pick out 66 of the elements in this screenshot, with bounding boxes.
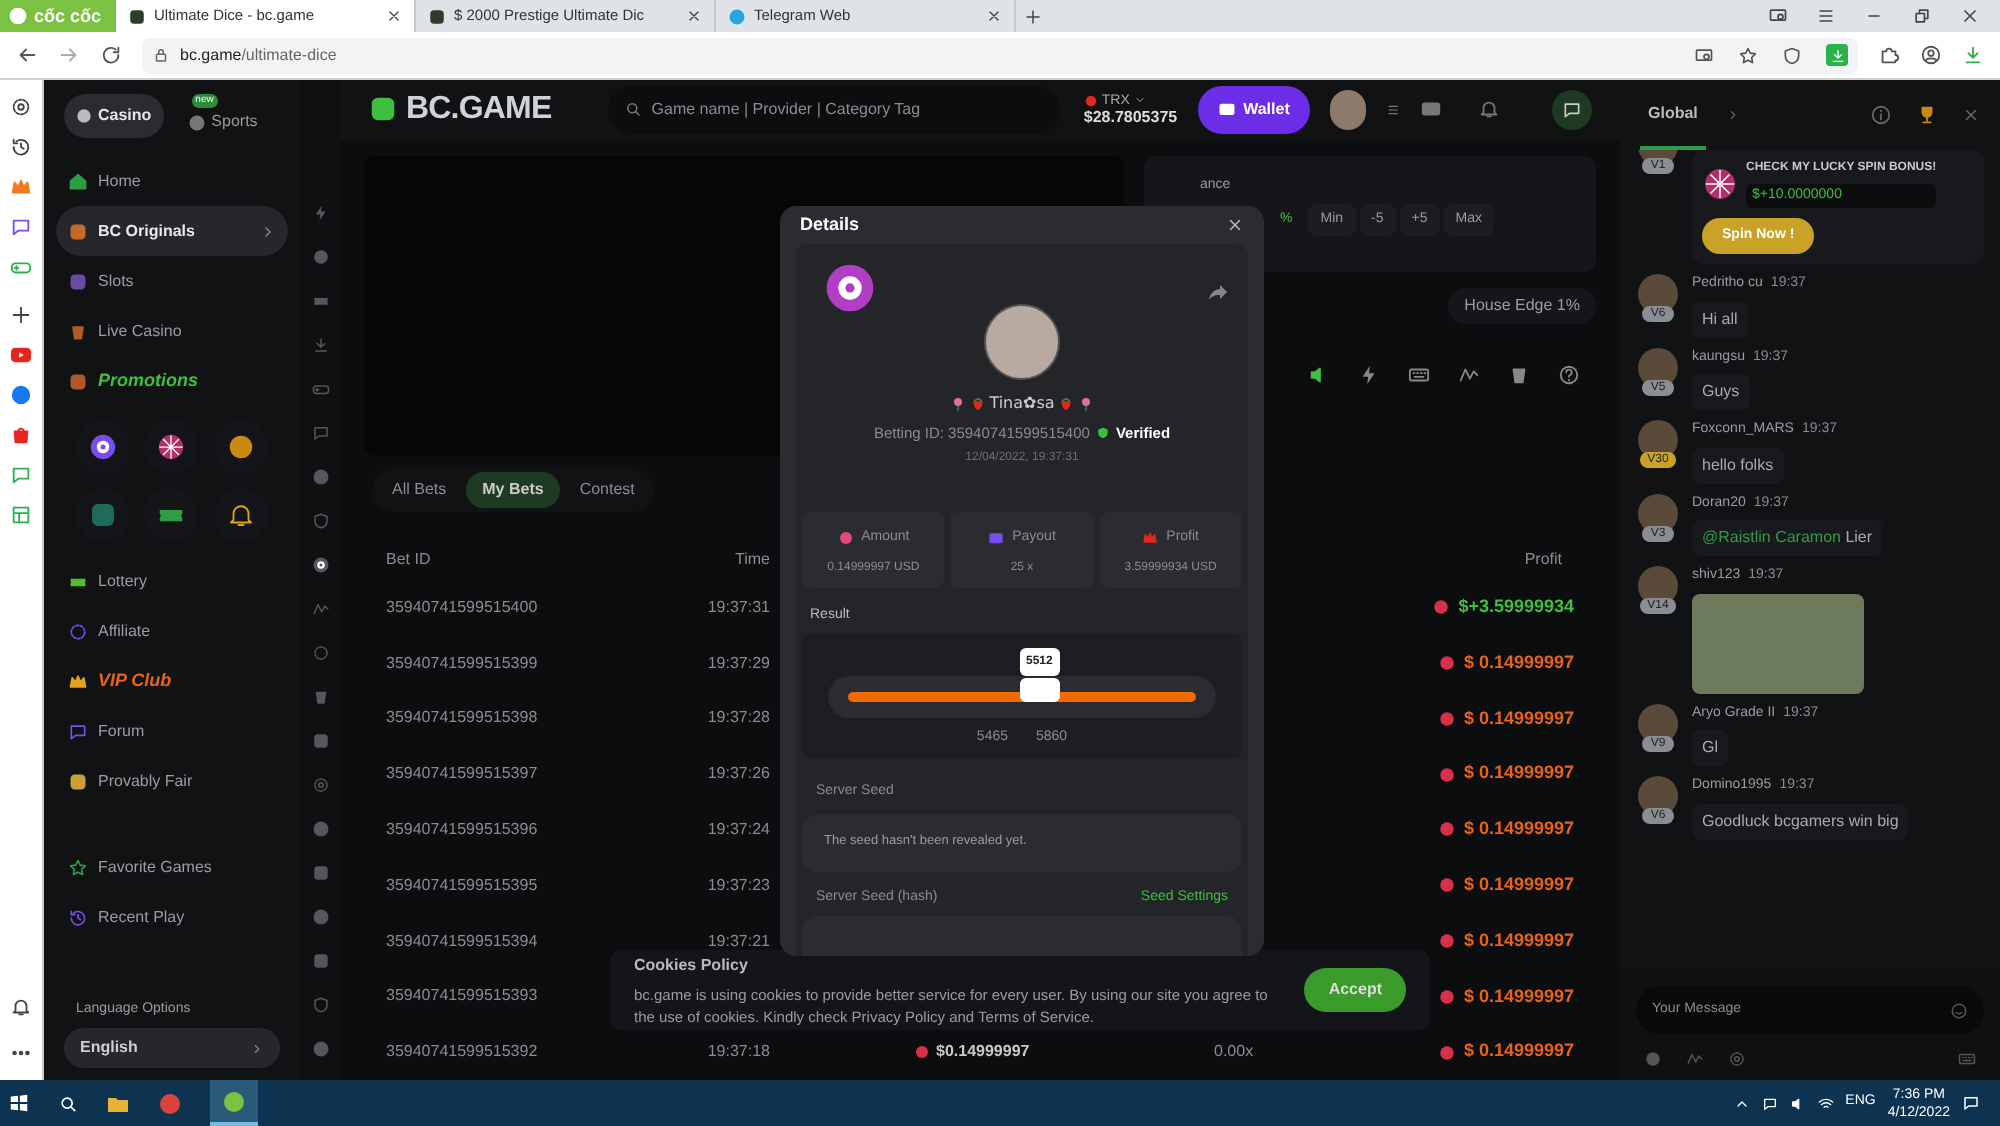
bet-id-cell: 35940741599515392 <box>386 1042 538 1061</box>
nav-item[interactable]: Affiliate <box>56 606 288 656</box>
nav-item[interactable]: Slots <box>56 256 288 306</box>
profit-cell-text: $+3.59999934 <box>1458 593 1574 620</box>
time-cell-text: 19:37:28 <box>705 706 770 731</box>
profit-cell-text: $ 0.14999997 <box>1463 649 1574 676</box>
bet-id-cell: 35940741599515400 <box>386 597 538 616</box>
time-cell-text: 19:37:23 <box>705 873 770 898</box>
bets-tab[interactable]: All Bets <box>376 471 463 508</box>
nav-item[interactable]: Home <box>56 156 288 206</box>
balance-amount: $28.7805375 <box>1083 109 1178 126</box>
column-header: Bet ID <box>386 547 433 572</box>
bet-id-cell: 35940741599515394 <box>386 931 538 949</box>
payout-cell-text: 0.00x <box>1214 1040 1256 1065</box>
message-text: Gl <box>1692 730 1728 766</box>
column-header: Time <box>733 547 770 572</box>
profit-cell-text: $ 0.14999997 <box>1463 983 1574 1010</box>
message-text: Hi all <box>1692 301 1748 337</box>
bet-id-cell: 35940741599515395 <box>386 875 538 894</box>
time-cell-text: 19:37:29 <box>705 651 770 676</box>
nav-item[interactable]: Provably Fair <box>56 756 288 806</box>
profit-cell-text: $ 0.14999997 <box>1463 816 1574 843</box>
browser-brand: cốc cốc <box>0 0 116 32</box>
search-field[interactable]: Game name | Provider | Category Tag <box>607 85 1060 134</box>
sports-tab[interactable]: Sports <box>179 108 266 136</box>
username: Tina✿sa <box>989 392 1055 417</box>
nav-item[interactable]: BC Originals <box>56 206 288 256</box>
nav-item[interactable]: VIP Club <box>56 656 288 706</box>
bet-id-cell: 35940741599515393 <box>386 986 538 1005</box>
site-logo[interactable]: BC.GAME <box>368 85 552 134</box>
bet-id-cell: 35940741599515397 <box>386 764 538 783</box>
dialog-title: Details <box>800 211 860 238</box>
cookie-title: Cookies Policy <box>634 953 750 977</box>
wallet-button[interactable]: Wallet <box>1197 85 1310 134</box>
bet-id-cell: 35940741599515396 <box>386 819 538 838</box>
message-text: Guys <box>1692 374 1750 410</box>
amount-cell: $0.14999997 <box>936 1040 1030 1065</box>
url-text: bc.game/ultimate-dice <box>180 47 337 63</box>
nav-item[interactable]: Forum <box>56 706 288 756</box>
nav-item[interactable]: Promotions <box>56 356 288 406</box>
time-cell-text: 19:37:21 <box>705 929 770 953</box>
message-text: Goodluck bcgamers win big <box>1692 803 1909 839</box>
profit-cell-text: $ 0.14999997 <box>1463 927 1574 954</box>
nav-item[interactable]: Live Casino <box>56 306 288 356</box>
column-header: Profit <box>1524 547 1564 572</box>
language-select[interactable]: English <box>64 1028 280 1068</box>
nav-item[interactable]: Favorite Games <box>56 842 288 892</box>
time-cell-text: 19:37:31 <box>705 595 770 620</box>
casino-tab[interactable]: Casino <box>64 93 164 137</box>
profit-cell-text: $ 0.14999997 <box>1463 705 1574 732</box>
bets-tab[interactable]: My Bets <box>466 471 560 508</box>
time-cell-text: 19:37:18 <box>705 1040 770 1065</box>
profit-cell-text: $ 0.14999997 <box>1463 1038 1574 1065</box>
bets-tab[interactable]: Contest <box>563 471 651 508</box>
profit-cell-text: $ 0.14999997 <box>1463 871 1574 898</box>
nav-item[interactable]: Lottery <box>56 556 288 606</box>
message-text: @Raistlin Caramon Lier <box>1692 520 1883 556</box>
nav-item[interactable]: Recent Play <box>56 892 288 942</box>
bet-id-cell: 35940741599515399 <box>386 653 538 672</box>
time-cell-text: 19:37:26 <box>705 762 770 787</box>
time-cell-text: 19:37:24 <box>705 817 770 842</box>
house-edge-label: House Edge 1% <box>1448 287 1596 324</box>
profit-cell-text: $ 0.14999997 <box>1463 760 1574 787</box>
bet-id-cell: 35940741599515398 <box>386 708 538 727</box>
address-bar[interactable]: bc.game/ultimate-dice <box>142 37 1858 73</box>
message-text: hello folks <box>1692 447 1784 483</box>
